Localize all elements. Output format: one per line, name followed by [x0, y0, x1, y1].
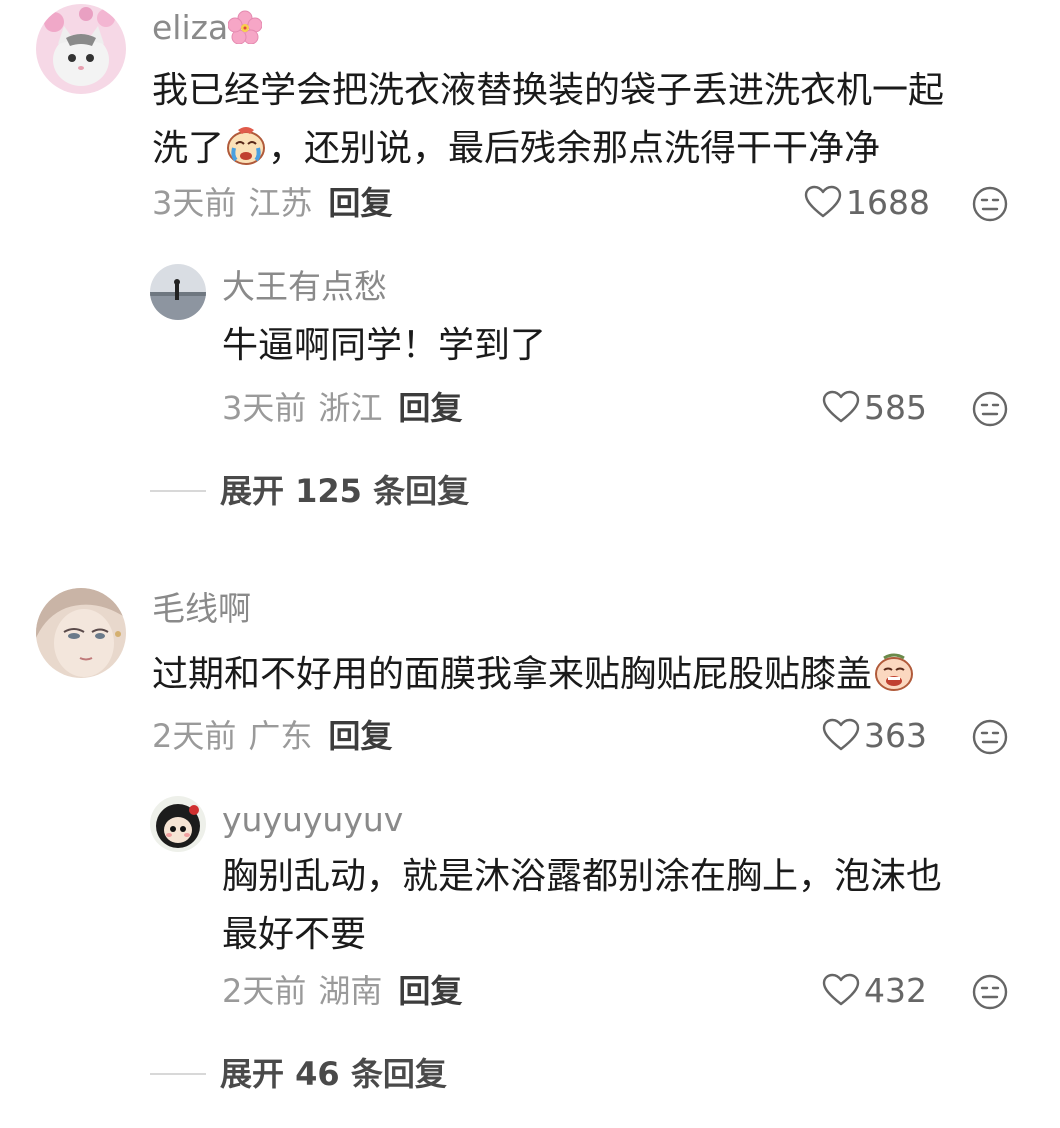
comment-text-fragment: ，还别说，最后残余那点洗得干干净净 [268, 128, 881, 169]
meh-face-icon[interactable] [972, 974, 1008, 1010]
expand-replies-label: 展开 125 条回复 [220, 472, 470, 510]
meh-face-icon[interactable] [972, 186, 1008, 222]
timestamp: 2天前 [222, 972, 307, 1010]
portrait-avatar-icon [36, 588, 126, 678]
reply-button[interactable]: 回复 [398, 389, 462, 427]
comment-text-fragment: 洗了 [152, 128, 225, 169]
expand-replies-label: 展开 46 条回复 [220, 1055, 447, 1093]
avatar[interactable] [150, 796, 206, 852]
like-button[interactable]: 1688 [804, 185, 930, 219]
crying-face-emoji-icon [227, 127, 266, 165]
comment-meta: 3天前 江苏 回复 [152, 187, 392, 219]
like-button[interactable]: 585 [822, 390, 927, 424]
like-count: 1688 [846, 182, 930, 222]
timestamp: 3天前 [222, 389, 307, 427]
meh-face-icon[interactable] [972, 391, 1008, 427]
reply-text: 牛逼啊同学！学到了 [222, 325, 547, 366]
comment-text-line: 我已经学会把洗衣液替换装的袋子丢进洗衣机一起 [152, 70, 945, 111]
reply-text: 胸别乱动，就是沐浴露都别涂在胸上，泡沫也 最好不要 [222, 848, 942, 964]
heart-outline-icon [804, 185, 842, 218]
crying-face-emoji-icon [875, 653, 914, 691]
cat-avatar-icon [36, 4, 126, 94]
avatar[interactable] [36, 4, 126, 94]
reply-text-line: 最好不要 [222, 914, 367, 955]
character-avatar-icon [150, 796, 206, 852]
location: 湖南 [318, 972, 383, 1010]
reply-button[interactable]: 回复 [328, 717, 392, 755]
like-button[interactable]: 432 [822, 973, 927, 1007]
comment-text: 过期和不好用的面膜我拿来贴胸贴屁股贴膝盖 [152, 646, 916, 704]
timestamp: 2天前 [152, 717, 237, 755]
reply-text-line: 胸别乱动，就是沐浴露都别涂在胸上，泡沫也 [222, 856, 943, 897]
like-count: 585 [864, 387, 927, 427]
cherry-blossom-emoji-icon [228, 10, 263, 44]
divider [150, 490, 206, 492]
expand-replies-button[interactable]: 展开 46 条回复 [150, 1058, 447, 1090]
username[interactable]: 大王有点愁 [222, 270, 387, 303]
username[interactable]: 毛线啊 [152, 592, 251, 625]
landscape-avatar-icon [150, 264, 206, 320]
avatar[interactable] [36, 588, 126, 678]
avatar[interactable] [150, 264, 206, 320]
reply-button[interactable]: 回复 [328, 184, 392, 222]
reply-meta: 2天前 湖南 回复 [222, 975, 462, 1007]
timestamp: 3天前 [152, 184, 237, 222]
reply-meta: 3天前 浙江 回复 [222, 392, 462, 424]
like-count: 363 [864, 715, 927, 755]
divider [150, 1073, 206, 1075]
like-count: 432 [864, 970, 927, 1010]
comment-meta: 2天前 广东 回复 [152, 720, 392, 752]
comment-text-fragment: 过期和不好用的面膜我拿来贴胸贴屁股贴膝盖 [152, 654, 873, 695]
heart-outline-icon [822, 390, 860, 423]
expand-replies-button[interactable]: 展开 125 条回复 [150, 475, 469, 507]
comment-text-line: 洗了 ，还别说，最后残余那点洗得干干净净 [152, 120, 944, 178]
meh-face-icon[interactable] [972, 719, 1008, 755]
username[interactable]: eliza [152, 8, 263, 47]
username[interactable]: yuyuyuyuv [222, 803, 403, 836]
location: 广东 [248, 717, 313, 755]
heart-outline-icon [822, 718, 860, 751]
location: 江苏 [248, 184, 313, 222]
heart-outline-icon [822, 973, 860, 1006]
username-text: eliza [152, 8, 229, 47]
comment-list: eliza 我已经学会把洗衣液替换装的袋子丢进洗衣机一起 洗了 ，还别说，最后残余… [0, 0, 1060, 1128]
like-button[interactable]: 363 [822, 718, 927, 752]
reply-button[interactable]: 回复 [398, 972, 462, 1010]
comment-text: 我已经学会把洗衣液替换装的袋子丢进洗衣机一起 洗了 ，还别说，最后残余那点洗得干干… [152, 62, 944, 178]
location: 浙江 [318, 389, 383, 427]
